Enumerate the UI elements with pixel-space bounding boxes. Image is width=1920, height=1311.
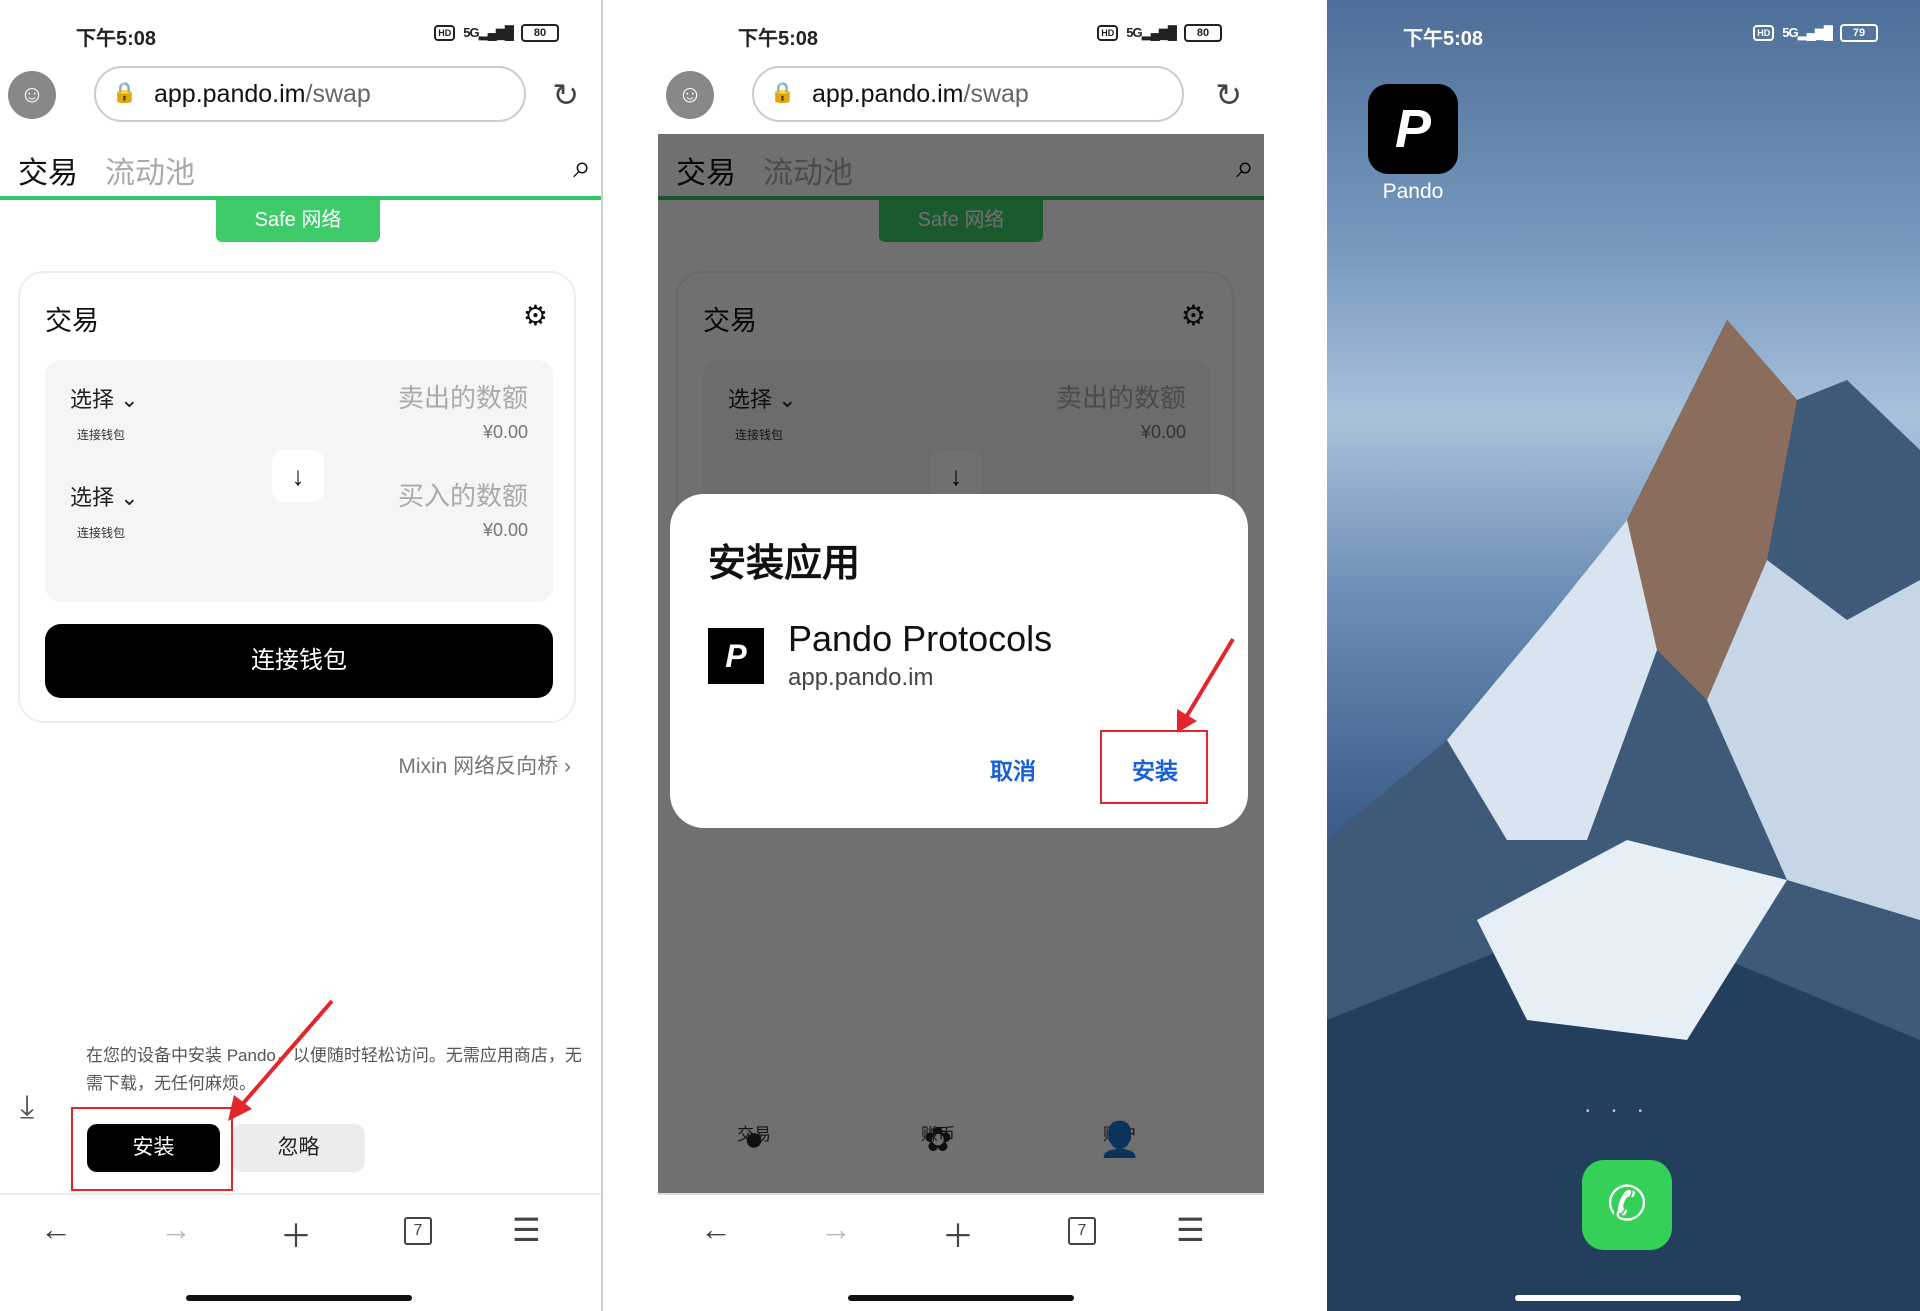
battery-icon: 79 xyxy=(1840,24,1878,42)
sell-value: ¥0.00 xyxy=(482,422,528,442)
card-title: 交易 xyxy=(45,306,99,336)
buy-wallet-label: 连接钱包 xyxy=(77,526,126,540)
home-indicator xyxy=(848,1295,1074,1301)
swap-direction-icon[interactable]: ↓ xyxy=(272,450,324,502)
status-time: 下午5:08 xyxy=(76,28,157,50)
status-time: 下午5:08 xyxy=(1403,28,1484,50)
tab-switcher-icon[interactable]: 7 xyxy=(404,1217,432,1245)
phone-icon[interactable]: ✆ xyxy=(1582,1160,1672,1250)
pando-app-icon[interactable]: P xyxy=(1368,84,1458,174)
red-arrow-annotation xyxy=(228,999,334,1121)
tab-liquidity-pool[interactable]: 流动池 xyxy=(105,148,195,192)
pando-logo-icon: P xyxy=(708,628,764,684)
install-app-dialog: 安装应用 P Pando Protocols app.pando.im 取消 安… xyxy=(670,494,1248,828)
signal-icon: 5G▂▄▆█ xyxy=(1782,25,1833,40)
swap-inputs: 选择 ⌄ 卖出的数额 连接钱包 ¥0.00 ↓ 选择 ⌄ 买入的数额 连接钱包 … xyxy=(45,360,553,602)
install-device-icon: ⤓ xyxy=(20,1088,35,1124)
status-time: 下午5:08 xyxy=(738,28,819,50)
browser-toolbar: ☺ 🔒 app.pando.im/swap ↻ xyxy=(0,66,601,124)
search-icon[interactable]: ⌕ xyxy=(573,148,591,186)
url-host: app.pando.im xyxy=(812,80,964,108)
browser-toolbar: ☺ 🔒 app.pando.im/swap ↻ xyxy=(658,66,1264,124)
swap-card: 交易 ⚙ 选择 ⌄ 卖出的数额 连接钱包 ¥0.00 ↓ 选择 ⌄ 买入的数额 … xyxy=(18,271,576,723)
reload-icon[interactable]: ↻ xyxy=(552,76,579,114)
settings-sliders-icon[interactable]: ⚙ xyxy=(523,299,548,332)
home-indicator xyxy=(186,1295,412,1301)
back-icon[interactable]: ← xyxy=(40,1211,72,1248)
buy-amount-input[interactable]: 买入的数额 xyxy=(398,476,528,513)
connect-wallet-button[interactable]: 连接钱包 xyxy=(45,624,553,698)
status-bar: 下午5:08 HD 5G▂▄▆█ 80 xyxy=(0,20,601,50)
menu-icon[interactable]: ☰ xyxy=(512,1211,541,1249)
dialog-title: 安装应用 xyxy=(708,543,861,585)
status-bar: 下午5:08 HD 5G▂▄▆█ 79 xyxy=(1327,20,1920,50)
page-indicator: • • • xyxy=(1586,1106,1653,1117)
buy-token-select[interactable]: 选择 ⌄ xyxy=(70,480,139,512)
tab-switcher-icon[interactable]: 7 xyxy=(1068,1217,1096,1245)
sell-wallet-label: 连接钱包 xyxy=(77,428,126,442)
tab-trade[interactable]: 交易 xyxy=(18,148,78,192)
mixin-bridge-link[interactable]: Mixin 网络反向桥 › xyxy=(398,750,571,780)
battery-icon: 80 xyxy=(521,24,559,42)
site-security-icon[interactable]: 🔒 xyxy=(112,80,138,110)
hd-icon: HD xyxy=(434,25,456,41)
forward-icon[interactable]: → xyxy=(820,1211,852,1248)
ignore-button[interactable]: 忽略 xyxy=(232,1124,365,1172)
install-highlight-box xyxy=(71,1107,233,1191)
signal-icon: 5G▂▄▆█ xyxy=(463,25,514,40)
sell-amount-input[interactable]: 卖出的数额 xyxy=(398,378,528,415)
url-host: app.pando.im xyxy=(154,80,306,108)
address-bar[interactable]: 🔒 app.pando.im/swap xyxy=(752,66,1184,122)
status-bar: 下午5:08 HD 5G▂▄▆█ 80 xyxy=(658,20,1264,50)
url-path: /swap xyxy=(963,80,1029,108)
sell-token-select[interactable]: 选择 ⌄ xyxy=(70,382,139,414)
dialog-app-domain: app.pando.im xyxy=(788,664,934,691)
browser-bottom-nav: ← → ＋ 7 ☰ xyxy=(658,1193,1264,1265)
dialog-app-name: Pando Protocols xyxy=(788,618,1053,659)
safe-network-badge: Safe 网络 xyxy=(216,200,380,242)
buy-value: ¥0.00 xyxy=(482,520,528,540)
app-header: 交易 流动池 ⌕ xyxy=(0,134,601,200)
site-security-icon[interactable]: 🔒 xyxy=(770,80,796,110)
screen-install-dialog: 下午5:08 HD 5G▂▄▆█ 80 ☺ 🔒 app.pando.im/swa… xyxy=(658,0,1264,1311)
new-tab-icon[interactable]: ＋ xyxy=(942,1211,974,1257)
signal-icon: 5G▂▄▆█ xyxy=(1126,25,1177,40)
profile-avatar[interactable]: ☺ xyxy=(8,71,56,119)
pando-app-label: Pando xyxy=(1382,180,1444,203)
reload-icon[interactable]: ↻ xyxy=(1215,76,1242,114)
red-arrow-annotation xyxy=(1177,637,1235,733)
panel-divider xyxy=(601,0,603,1311)
profile-avatar[interactable]: ☺ xyxy=(666,71,714,119)
forward-icon[interactable]: → xyxy=(160,1211,192,1248)
dialog-install-highlight-box xyxy=(1100,730,1208,804)
url-path: /swap xyxy=(305,80,371,108)
address-bar[interactable]: 🔒 app.pando.im/swap xyxy=(94,66,526,122)
screen-browser-with-install-prompt: 下午5:08 HD 5G▂▄▆█ 80 ☺ 🔒 app.pando.im/swa… xyxy=(0,0,601,1311)
browser-bottom-nav: ← → ＋ 7 ☰ xyxy=(0,1193,601,1265)
menu-icon[interactable]: ☰ xyxy=(1176,1211,1205,1249)
new-tab-icon[interactable]: ＋ xyxy=(280,1211,312,1257)
hd-icon: HD xyxy=(1097,25,1119,41)
hd-icon: HD xyxy=(1753,25,1775,41)
back-icon[interactable]: ← xyxy=(700,1211,732,1248)
screen-home: 下午5:08 HD 5G▂▄▆█ 79 P Pando • • • ✆ xyxy=(1327,0,1920,1311)
home-indicator xyxy=(1515,1295,1741,1301)
dialog-cancel-button[interactable]: 取消 xyxy=(990,752,1036,786)
battery-icon: 80 xyxy=(1184,24,1222,42)
